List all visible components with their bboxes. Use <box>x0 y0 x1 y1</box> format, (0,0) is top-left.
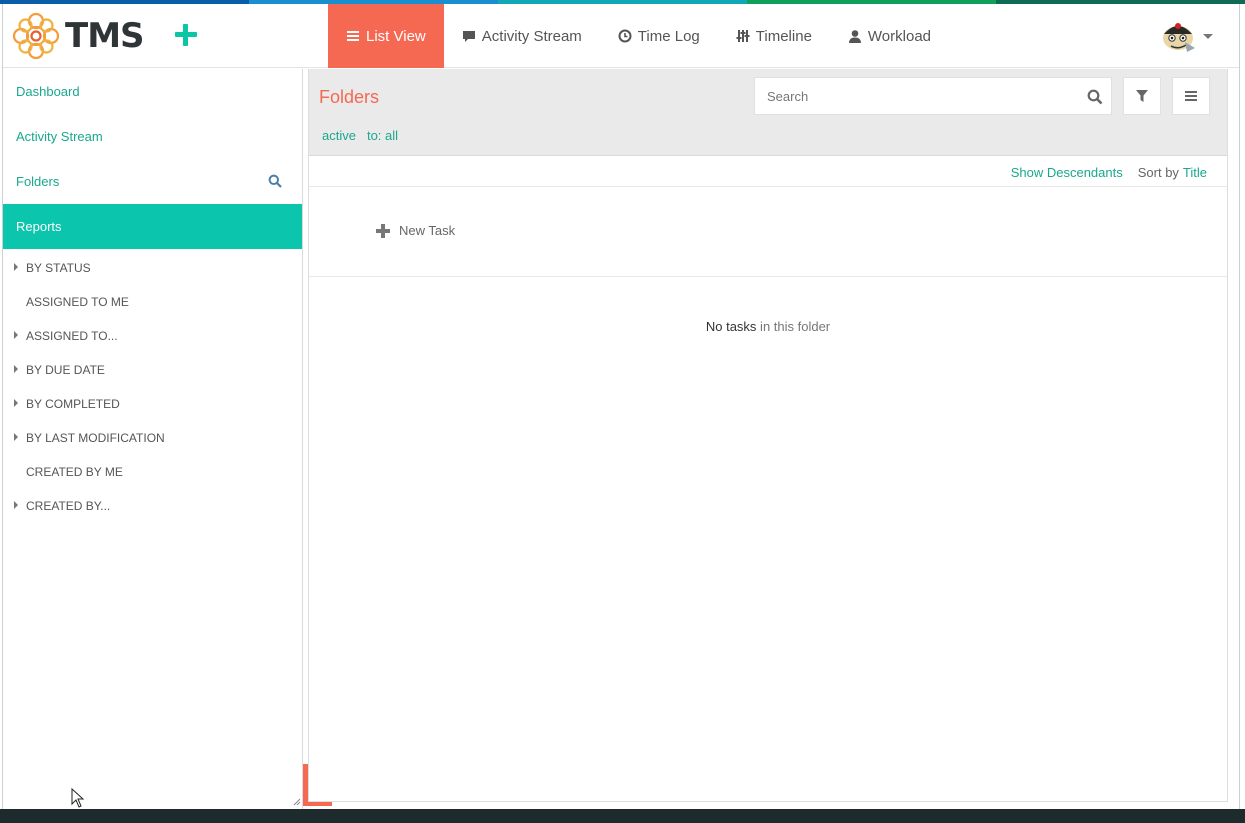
caret-right-icon[interactable] <box>14 433 18 441</box>
nav-label: Time Log <box>637 27 700 45</box>
bottom-bar <box>0 809 1245 823</box>
sliders-icon <box>736 30 750 42</box>
search-icon[interactable] <box>268 174 282 188</box>
nav-timeline[interactable]: Timeline <box>718 4 830 68</box>
nav-label: List View <box>366 27 426 45</box>
new-task-label: New Task <box>399 223 456 238</box>
main-nav: List View Activity Stream Time Log Timel… <box>328 4 949 68</box>
sidebar-item-label: Reports <box>16 219 62 234</box>
filter-button[interactable] <box>1123 77 1161 115</box>
caret-right-icon[interactable] <box>14 365 18 373</box>
sidebar-item-dashboard[interactable]: Dashboard <box>3 69 302 114</box>
nav-workload[interactable]: Workload <box>830 4 949 68</box>
user-menu[interactable] <box>1159 18 1213 54</box>
app-logo[interactable]: TMS <box>11 10 145 62</box>
report-label: BY LAST MODIFICATION <box>26 431 165 445</box>
clock-icon <box>618 29 632 43</box>
user-icon <box>848 30 861 43</box>
report-assigned-to-me[interactable]: ASSIGNED TO ME <box>3 285 302 319</box>
sidebar-item-label: Dashboard <box>16 84 80 99</box>
list-icon <box>347 31 359 41</box>
report-assigned-to[interactable]: ASSIGNED TO... <box>3 319 302 353</box>
sort-bar: Show Descendants Sort by Title <box>309 157 1227 187</box>
sidebar-item-folders[interactable]: Folders <box>3 159 302 204</box>
report-label: CREATED BY ME <box>26 465 123 479</box>
report-by-last-modification[interactable]: BY LAST MODIFICATION <box>3 421 302 455</box>
sidebar-item-label: Activity Stream <box>16 129 103 144</box>
nav-label: Workload <box>867 27 932 45</box>
mouse-cursor-icon <box>71 788 85 808</box>
search-box <box>754 77 1112 115</box>
sidebar: Dashboard Activity Stream Folders Report… <box>3 69 303 809</box>
report-created-by-me[interactable]: CREATED BY ME <box>3 455 302 489</box>
resize-grip-icon[interactable] <box>293 798 301 806</box>
report-label: CREATED BY... <box>26 499 111 513</box>
main-header: Folders active to: all <box>309 69 1227 156</box>
report-by-completed[interactable]: BY COMPLETED <box>3 387 302 421</box>
sidebar-item-label: Folders <box>16 174 60 189</box>
new-task-row: New Task <box>309 188 1227 277</box>
report-label: BY COMPLETED <box>26 397 120 411</box>
sort-label: Sort by <box>1137 165 1179 180</box>
nav-label: Timeline <box>755 27 812 45</box>
sidebar-item-activity-stream[interactable]: Activity Stream <box>3 114 302 159</box>
empty-state-message: No tasks in this folder <box>309 319 1227 334</box>
show-descendants-link[interactable]: Show Descendants <box>1011 165 1123 180</box>
hamburger-icon <box>1185 91 1197 101</box>
report-label: ASSIGNED TO ME <box>26 295 129 309</box>
caret-right-icon[interactable] <box>14 331 18 339</box>
empty-rest: in this folder <box>756 319 831 334</box>
avatar <box>1163 23 1195 52</box>
chevron-down-icon <box>1203 33 1213 39</box>
page-title: Folders <box>319 87 380 107</box>
report-created-by[interactable]: CREATED BY... <box>3 489 302 523</box>
sidebar-item-reports[interactable]: Reports <box>3 204 302 249</box>
active-filters: active to: all <box>322 128 398 143</box>
menu-button[interactable] <box>1172 77 1210 115</box>
sort-value-link[interactable]: Title <box>1183 165 1207 180</box>
filter-tag-active[interactable]: active <box>322 128 356 143</box>
top-header: TMS List View Activity Stream Time Log T… <box>3 4 1239 68</box>
empty-bold: No tasks <box>705 319 757 334</box>
main-panel: Folders active to: all Show Descendants … <box>308 69 1228 802</box>
report-by-status[interactable]: BY STATUS <box>3 251 302 285</box>
sort-control: Sort by Title <box>1138 165 1207 180</box>
comment-icon <box>462 31 475 42</box>
add-plus-icon[interactable] <box>171 20 201 50</box>
window-edge <box>1240 4 1245 809</box>
report-by-due-date[interactable]: BY DUE DATE <box>3 353 302 387</box>
nav-activity-stream[interactable]: Activity Stream <box>444 4 600 68</box>
caret-right-icon[interactable] <box>14 263 18 271</box>
new-task-button[interactable]: New Task <box>376 223 455 238</box>
reports-list: BY STATUS ASSIGNED TO ME ASSIGNED TO... … <box>3 249 302 523</box>
search-input[interactable] <box>755 78 1055 114</box>
plus-icon <box>376 223 390 238</box>
report-label: ASSIGNED TO... <box>26 329 118 343</box>
nav-list-view[interactable]: List View <box>328 4 444 68</box>
logo-text: TMS <box>65 16 145 56</box>
filter-tag-to-all[interactable]: to: all <box>367 128 398 143</box>
nav-time-log[interactable]: Time Log <box>600 4 718 68</box>
report-label: BY STATUS <box>26 261 91 275</box>
nav-label: Activity Stream <box>481 27 582 45</box>
filter-icon <box>1136 90 1148 102</box>
logo-flower-icon <box>12 12 60 60</box>
search-icon[interactable] <box>1087 89 1103 105</box>
caret-right-icon[interactable] <box>14 501 18 509</box>
report-label: BY DUE DATE <box>26 363 105 377</box>
caret-right-icon[interactable] <box>14 399 18 407</box>
